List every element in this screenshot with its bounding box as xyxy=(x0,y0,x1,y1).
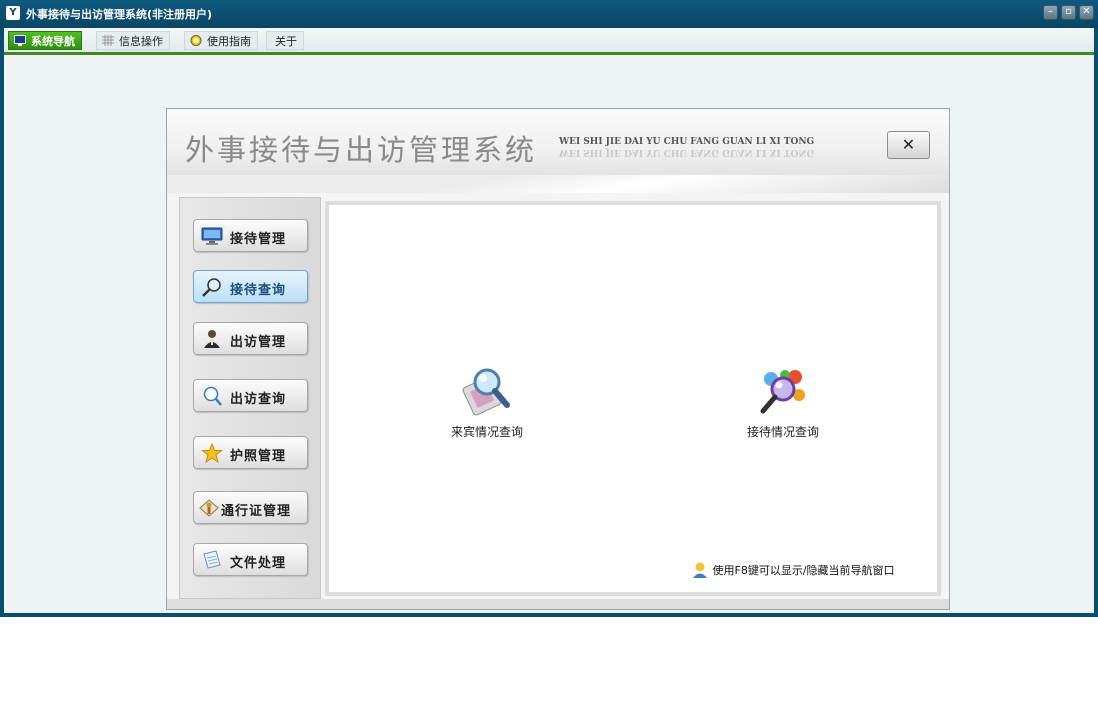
menu-label: 信息操作 xyxy=(119,35,163,48)
sidebar-item-label: 通行证管理 xyxy=(221,504,292,519)
reception-search-icon xyxy=(760,370,805,414)
menu-about[interactable]: 关于 xyxy=(266,31,304,50)
menu-user-guide[interactable]: 使用指南 xyxy=(184,31,258,50)
menu-label: 关于 xyxy=(275,35,297,48)
menu-system-nav[interactable]: 系统导航 xyxy=(8,31,82,50)
header-decoration xyxy=(167,175,949,193)
sidebar-item-label: 护照管理 xyxy=(230,449,287,464)
document-icon xyxy=(203,550,221,569)
restore-button[interactable]: ▫ xyxy=(1061,5,1076,20)
sidebar-item-reception-query[interactable]: 接待查询 xyxy=(193,270,308,303)
sidebar-item-label: 出访管理 xyxy=(230,335,287,350)
minimize-button[interactable]: – xyxy=(1043,5,1058,20)
hint-text: 使用F8键可以显示/隐藏当前导航窗口 xyxy=(712,564,895,577)
panel-footer xyxy=(167,599,949,609)
pass-icon xyxy=(199,499,219,517)
grid-icon xyxy=(102,35,114,46)
sidebar-item-label: 出访查询 xyxy=(230,392,287,407)
feature-reception-query[interactable]: 接待情况查询 xyxy=(723,365,843,440)
sidebar-item-visit-mgmt[interactable]: 出访管理 xyxy=(193,322,308,355)
panel-close-button[interactable]: ✕ xyxy=(887,131,930,159)
menu-info-ops[interactable]: 信息操作 xyxy=(96,31,170,50)
feature-guest-query[interactable]: 来宾情况查询 xyxy=(427,365,547,440)
person-icon xyxy=(204,330,220,348)
nav-panel: 外事接待与出访管理系统 WEI SHI JIE DAI YU CHU FANG … xyxy=(166,108,950,610)
menu-bar: 系统导航 信息操作 使用指南 关于 xyxy=(4,28,1094,55)
menu-label: 使用指南 xyxy=(207,35,251,48)
title-bar[interactable]: Y 外事接待与出访管理系统(非注册用户) – ▫ ✕ xyxy=(0,0,1098,28)
search-icon xyxy=(203,386,222,406)
main-content: 来宾情况查询 接待情况查询 使用F8键可以显示/隐藏当前导航窗口 xyxy=(325,201,941,596)
panel-subtitle: WEI SHI JIE DAI YU CHU FANG GUAN LI XI T… xyxy=(559,137,815,147)
sidebar-item-file-processing[interactable]: 文件处理 xyxy=(193,543,308,576)
feature-label: 接待情况查询 xyxy=(746,425,819,439)
f8-hint: 使用F8键可以显示/隐藏当前导航窗口 xyxy=(691,561,895,579)
sidebar-item-visit-query[interactable]: 出访查询 xyxy=(193,379,308,412)
close-window-button[interactable]: ✕ xyxy=(1079,5,1094,20)
magnifier-icon xyxy=(202,278,221,297)
sidebar: 接待管理 接待查询 出访管理 出访查询 护照管理 通行证管理 文件处理 xyxy=(179,197,321,599)
app-logo-icon: Y xyxy=(6,6,20,20)
sidebar-item-passport-mgmt[interactable]: 护照管理 xyxy=(193,436,308,469)
feature-label: 来宾情况查询 xyxy=(450,425,523,439)
help-circle-icon xyxy=(190,35,202,46)
monitor-icon xyxy=(14,35,26,46)
sidebar-item-reception-mgmt[interactable]: 接待管理 xyxy=(193,219,308,252)
sidebar-item-label: 接待管理 xyxy=(230,232,287,247)
sidebar-item-label: 接待查询 xyxy=(230,283,287,298)
guest-search-icon xyxy=(462,368,510,416)
window-title: 外事接待与出访管理系统(非注册用户) xyxy=(26,8,213,21)
panel-header: 外事接待与出访管理系统 WEI SHI JIE DAI YU CHU FANG … xyxy=(167,109,949,193)
sidebar-item-permit-mgmt[interactable]: 通行证管理 xyxy=(193,491,308,524)
sidebar-item-label: 文件处理 xyxy=(230,556,287,571)
panel-title: 外事接待与出访管理系统 xyxy=(185,133,538,167)
panel-subtitle-reflection: WEI SHI JIE DAI YU CHU FANG GUAN LI XI T… xyxy=(559,147,815,157)
menu-label: 系统导航 xyxy=(31,35,75,48)
monitor-icon xyxy=(201,227,223,245)
star-icon xyxy=(201,443,223,463)
user-tip-icon xyxy=(693,562,707,578)
